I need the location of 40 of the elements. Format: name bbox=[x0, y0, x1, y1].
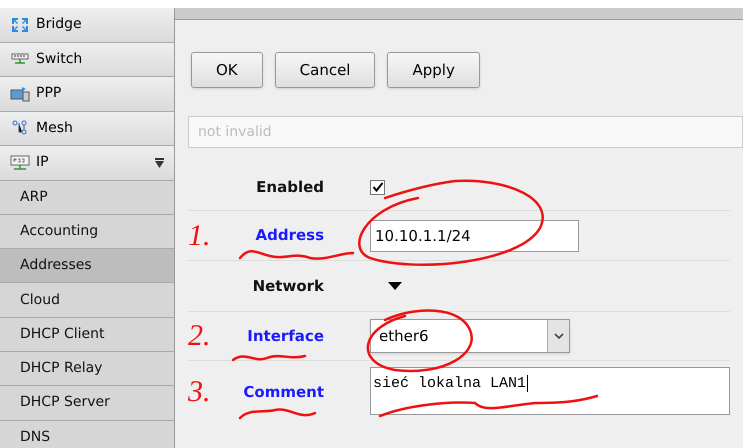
sidebar-subitem[interactable]: ARP bbox=[0, 180, 174, 215]
sidebar-subitem[interactable]: DHCP Server bbox=[0, 386, 174, 421]
sidebar-subitem[interactable]: Addresses bbox=[0, 249, 174, 284]
field-link[interactable]: Address bbox=[255, 224, 324, 247]
annotation-number: 1. bbox=[188, 218, 210, 252]
field-link[interactable]: Interface bbox=[247, 324, 324, 348]
sidebar-subitem[interactable]: DHCP Relay bbox=[0, 352, 174, 386]
sidebar-subitem[interactable]: DNS bbox=[0, 420, 174, 448]
sidebar-subitem[interactable]: Cloud bbox=[0, 283, 174, 318]
annotation-number: 3. bbox=[188, 375, 210, 408]
dropdown-button[interactable] bbox=[547, 320, 569, 352]
check-icon bbox=[372, 181, 384, 193]
chevron-down-icon bbox=[554, 332, 564, 340]
field-label: Network bbox=[252, 276, 324, 297]
text-area[interactable]: sieć lokalna LAN1 bbox=[370, 367, 730, 415]
input-field[interactable]: 10.10.1.1/24 bbox=[370, 220, 579, 252]
network-icon bbox=[10, 154, 30, 171]
switch-icon bbox=[11, 52, 29, 66]
sidebar-subitem[interactable]: DHCP Client bbox=[0, 318, 174, 352]
triangle-down-icon[interactable] bbox=[388, 282, 402, 290]
arrows-icon bbox=[11, 16, 29, 33]
nodes-icon bbox=[12, 120, 28, 136]
sidebar-item[interactable]: Bridge bbox=[0, 8, 174, 42]
comment-text: sieć lokalna LAN1 bbox=[373, 375, 528, 392]
computers-icon bbox=[10, 86, 30, 102]
sidebar-item[interactable]: PPP bbox=[0, 77, 174, 112]
dialog-button[interactable]: OK bbox=[191, 52, 263, 88]
field-label: Enabled bbox=[256, 176, 324, 198]
sidebar-item[interactable]: IP bbox=[0, 146, 174, 180]
dropdown-field[interactable]: ether6 bbox=[370, 319, 570, 353]
enabled-checkbox[interactable] bbox=[370, 180, 385, 194]
sidebar-item[interactable]: Switch bbox=[0, 42, 174, 77]
annotation-number: 2. bbox=[188, 319, 210, 352]
dialog-button[interactable]: Apply bbox=[387, 52, 480, 88]
field-link[interactable]: Comment bbox=[243, 381, 324, 404]
sidebar-subitem[interactable]: Accounting bbox=[0, 214, 174, 250]
sidebar-item[interactable]: Mesh bbox=[0, 112, 174, 146]
dropdown-value: ether6 bbox=[378, 326, 430, 347]
status-field[interactable]: not invalid bbox=[188, 116, 743, 148]
dialog-button[interactable]: Cancel bbox=[274, 52, 376, 88]
